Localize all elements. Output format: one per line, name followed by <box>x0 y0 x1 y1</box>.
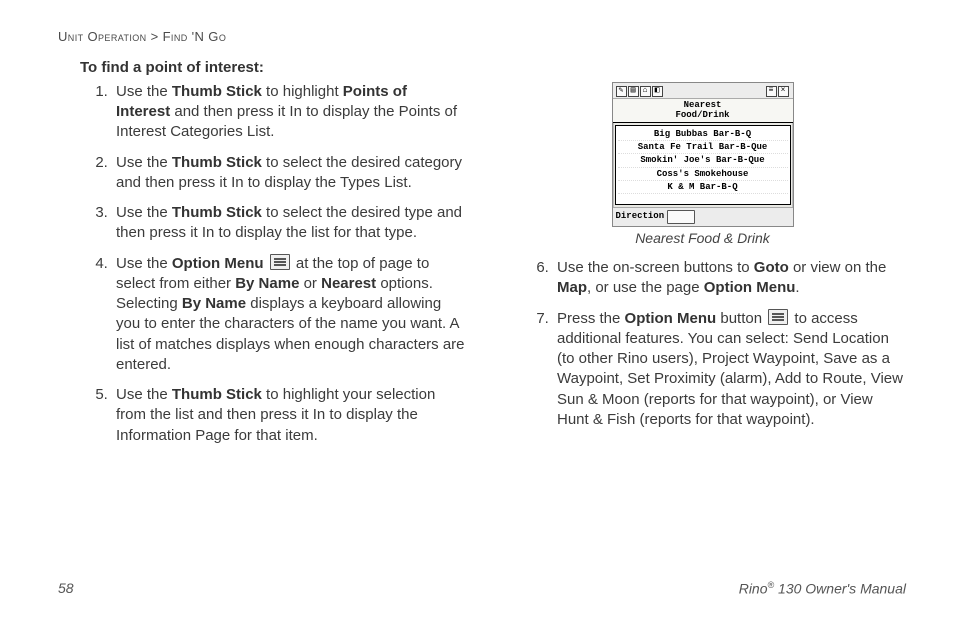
content-columns: Use the Thumb Stick to highlight Points … <box>58 82 906 456</box>
step-item: Use the on-screen buttons to Goto or vie… <box>553 258 906 299</box>
topbar-left-icons: ✎▤⌂◧ <box>616 84 664 98</box>
section-heading: To find a point of interest: <box>80 58 906 78</box>
option-menu-icon <box>270 254 290 270</box>
footer-box <box>667 210 695 224</box>
topbar-right-icons: ≡× <box>766 84 790 98</box>
screenshot-title: Nearest Food/Drink <box>613 99 793 123</box>
left-column: Use the Thumb Stick to highlight Points … <box>58 82 465 456</box>
list-item: Coss's Smokehouse <box>618 168 788 181</box>
breadcrumb-sep: > <box>147 29 163 44</box>
device-screenshot: ✎▤⌂◧ ≡× Nearest Food/Drink Big Bubbas Ba… <box>612 82 794 228</box>
screenshot-topbar: ✎▤⌂◧ ≡× <box>613 83 793 100</box>
doc-title-post: 130 Owner's Manual <box>774 581 906 597</box>
screenshot-title-line2: Food/Drink <box>613 111 793 120</box>
page-number: 58 <box>58 579 74 599</box>
list-item: Big Bubbas Bar-B-Q <box>618 128 788 141</box>
step-item: Use the Option Menu at the top of page t… <box>112 254 465 376</box>
step-item: Use the Thumb Stick to select the desire… <box>112 153 465 194</box>
step-item: Press the Option Menu button to access a… <box>553 309 906 431</box>
steps-list-left: Use the Thumb Stick to highlight Points … <box>58 82 465 446</box>
step-item: Use the Thumb Stick to select the desire… <box>112 203 465 244</box>
list-item: Santa Fe Trail Bar-B-Que <box>618 141 788 154</box>
breadcrumb: Unit Operation > Find 'N Go <box>58 28 906 46</box>
screenshot-footer: Direction <box>613 207 793 226</box>
list-item: K & M Bar-B-Q <box>618 181 788 194</box>
option-menu-icon <box>768 309 788 325</box>
screenshot-caption: Nearest Food & Drink <box>499 229 906 248</box>
steps-list-right: Use the on-screen buttons to Goto or vie… <box>499 258 906 430</box>
doc-title: Rino® 130 Owner's Manual <box>739 579 906 599</box>
breadcrumb-section: Unit Operation <box>58 29 147 44</box>
step-item: Use the Thumb Stick to highlight Points … <box>112 82 465 143</box>
breadcrumb-sub: Find 'N Go <box>163 29 227 44</box>
list-item: Smokin' Joe's Bar-B-Que <box>618 154 788 167</box>
device-screenshot-wrap: ✎▤⌂◧ ≡× Nearest Food/Drink Big Bubbas Ba… <box>499 82 906 248</box>
manual-page: Unit Operation > Find 'N Go To find a po… <box>0 0 954 621</box>
right-column: ✎▤⌂◧ ≡× Nearest Food/Drink Big Bubbas Ba… <box>499 82 906 456</box>
footer-label: Direction <box>616 210 665 224</box>
page-footer: 58 Rino® 130 Owner's Manual <box>58 579 906 599</box>
doc-title-pre: Rino <box>739 581 768 597</box>
step-item: Use the Thumb Stick to highlight your se… <box>112 385 465 446</box>
screenshot-list: Big Bubbas Bar-B-Q Santa Fe Trail Bar-B-… <box>615 125 791 205</box>
